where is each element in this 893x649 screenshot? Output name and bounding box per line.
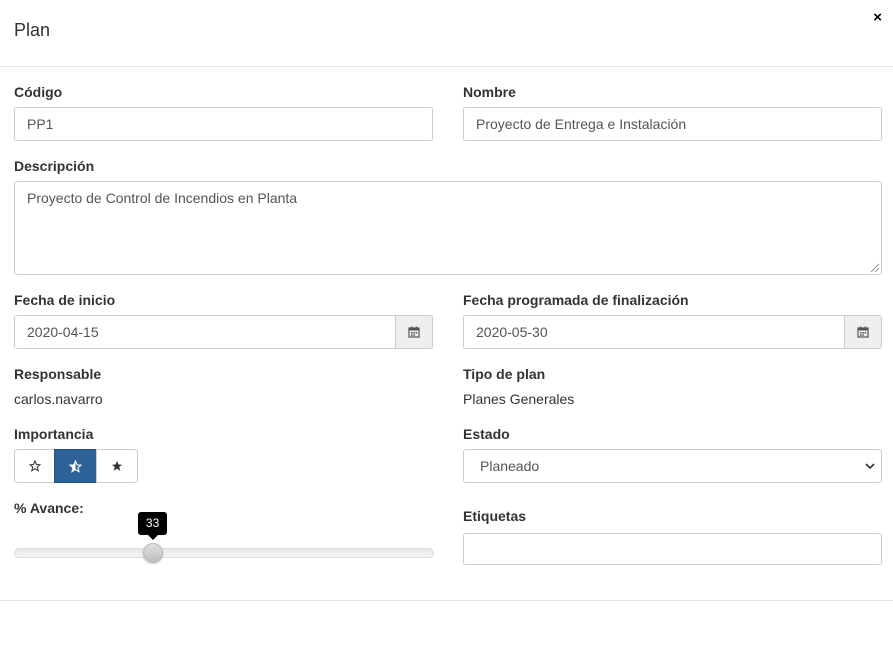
- estado-selected-value: Planeado: [480, 458, 540, 474]
- tipo-plan-value: Planes Generales: [463, 391, 575, 407]
- modal-title: Plan: [14, 20, 51, 40]
- resize-handle-icon[interactable]: [870, 263, 880, 273]
- etiquetas-input[interactable]: [463, 533, 882, 565]
- star-half-icon: [69, 459, 82, 473]
- nombre-input[interactable]: Proyecto de Entrega e Instalación: [463, 107, 882, 141]
- estado-select[interactable]: Planeado: [463, 449, 882, 483]
- fecha-fin-calendar-button[interactable]: [844, 316, 881, 348]
- codigo-input[interactable]: PP1: [14, 107, 433, 141]
- fecha-inicio-calendar-button[interactable]: [395, 316, 432, 348]
- modal-footer-divider: [0, 600, 893, 601]
- estado-label: Estado: [463, 426, 510, 442]
- plan-modal: Plan × Código PP1 Nombre Proyecto de Ent…: [0, 0, 893, 649]
- avance-tooltip: 33: [138, 512, 168, 540]
- avance-slider-handle[interactable]: [142, 543, 163, 563]
- nombre-label: Nombre: [463, 84, 516, 100]
- importancia-label: Importancia: [14, 426, 94, 442]
- etiquetas-label: Etiquetas: [463, 508, 527, 524]
- close-button[interactable]: ×: [873, 10, 882, 26]
- importancia-low-button[interactable]: [14, 449, 55, 483]
- fecha-fin-label: Fecha programada de finalización: [463, 292, 689, 308]
- tipo-plan-label: Tipo de plan: [463, 366, 546, 382]
- responsable-value: carlos.navarro: [14, 391, 103, 407]
- descripcion-label: Descripción: [14, 158, 95, 174]
- importancia-medium-button[interactable]: [54, 449, 97, 483]
- star-empty-icon: [28, 460, 41, 472]
- avance-label: % Avance:: [14, 500, 84, 516]
- fecha-inicio-label: Fecha de inicio: [14, 292, 116, 308]
- fecha-inicio-input[interactable]: 2020-04-15: [15, 316, 395, 348]
- responsable-label: Responsable: [14, 366, 102, 382]
- avance-slider-track[interactable]: [14, 548, 434, 558]
- calendar-icon: [408, 326, 420, 338]
- fecha-fin-input[interactable]: 2020-05-30: [464, 316, 844, 348]
- importancia-button-group: [14, 449, 138, 483]
- modal-header: Plan ×: [0, 0, 893, 67]
- fecha-inicio-group: 2020-04-15: [14, 315, 433, 349]
- chevron-down-icon: [865, 450, 875, 482]
- importancia-high-button[interactable]: [96, 449, 138, 483]
- fecha-fin-group: 2020-05-30: [463, 315, 882, 349]
- calendar-icon: [857, 326, 869, 338]
- descripcion-textarea[interactable]: Proyecto de Control de Incendios en Plan…: [14, 181, 882, 275]
- star-full-icon: [112, 461, 122, 471]
- codigo-label: Código: [14, 84, 63, 100]
